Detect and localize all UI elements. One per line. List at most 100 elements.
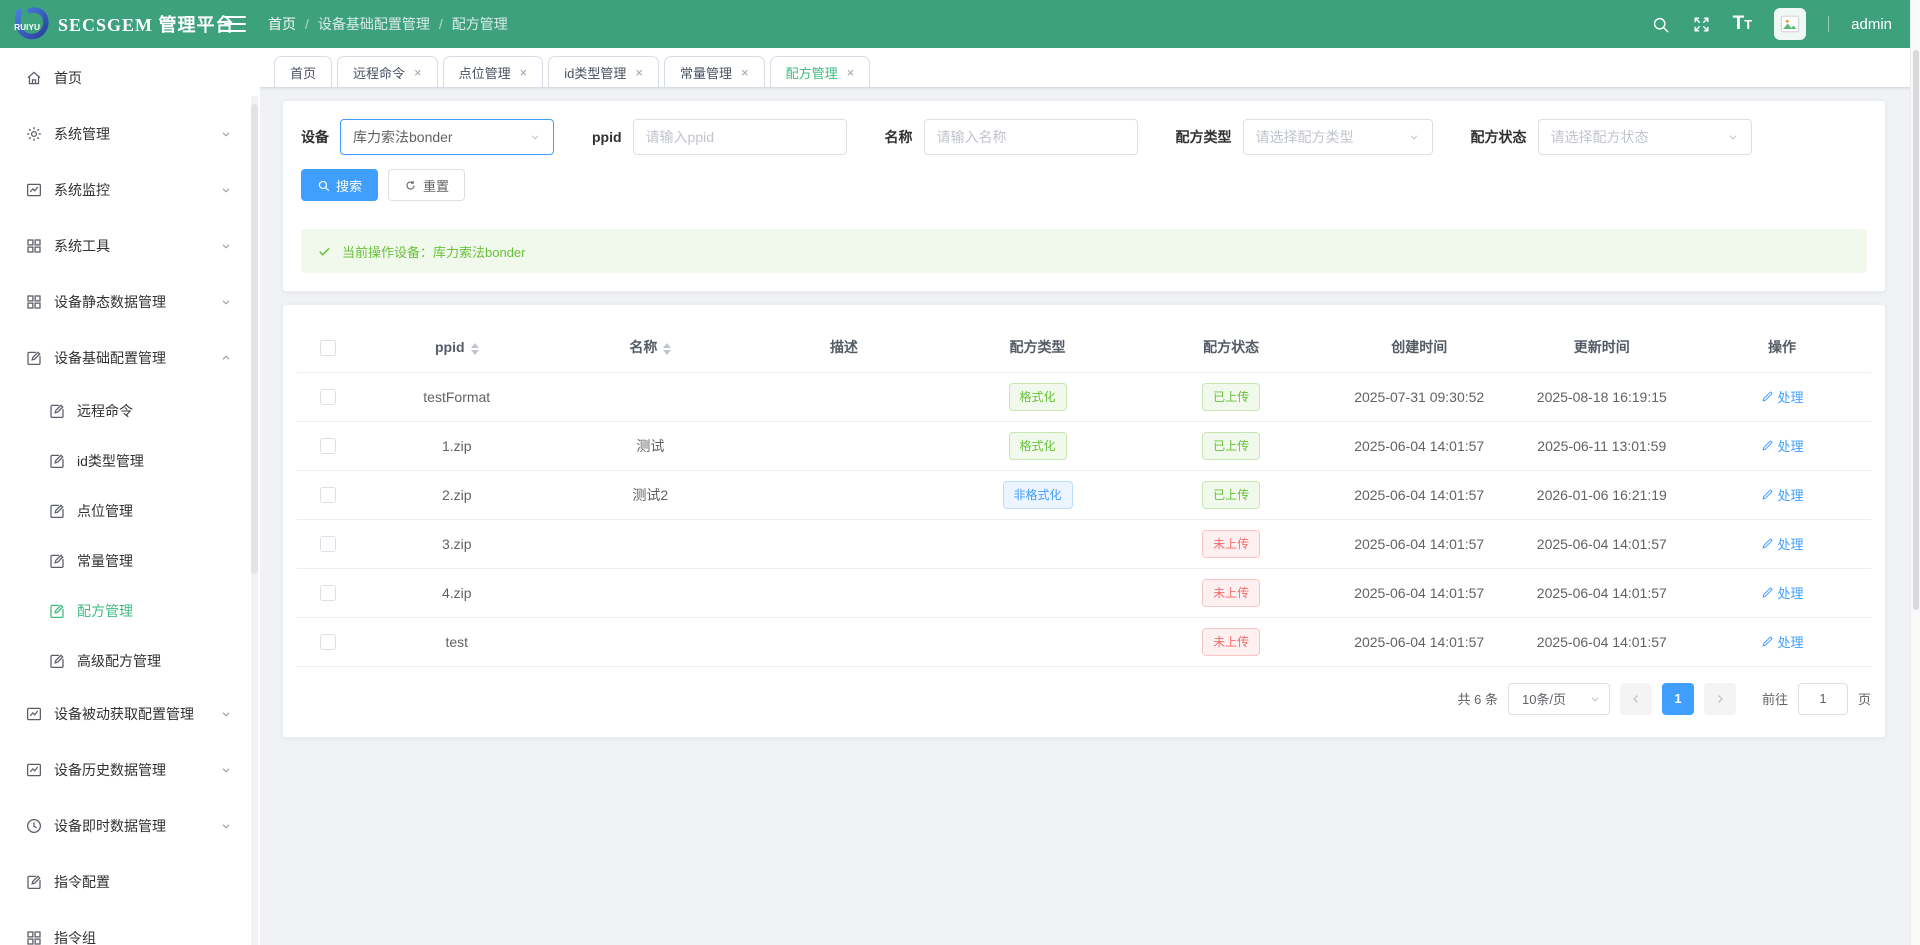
tab[interactable]: 常量管理 × [663,56,765,87]
page-number[interactable]: 1 [1661,682,1694,715]
handle-row-button[interactable]: 处理 [1761,387,1804,406]
row-checkbox[interactable] [320,487,337,504]
sidebar-item[interactable]: 高级配方管理 [0,636,260,686]
device-label: 设备 [301,129,329,145]
fullscreen-icon[interactable] [1692,15,1711,34]
cell-created: 2025-06-04 14:01:57 [1327,421,1511,471]
sidebar-item[interactable]: 设备被动获取配置管理 [0,686,260,742]
recipe-status-select[interactable]: 请选择配方状态 [1537,119,1752,155]
cell-updated: 2025-08-18 16:19:15 [1510,372,1694,422]
close-icon[interactable]: × [847,66,855,79]
row-checkbox[interactable] [320,585,337,602]
cell-desc [747,421,941,471]
row-checkbox[interactable] [320,438,337,455]
reset-button[interactable]: 重置 [388,169,466,201]
close-icon[interactable]: × [414,66,422,79]
cell-name [553,372,748,422]
sidebar-item[interactable]: 常量管理 [0,536,260,586]
sidebar-item[interactable]: 点位管理 [0,486,260,536]
close-icon[interactable]: × [741,66,749,79]
clock-icon [25,817,43,835]
sidebar-item[interactable]: 系统工具 [0,218,260,274]
cell-name [553,519,748,569]
text-size-icon[interactable]: TT [1733,13,1753,35]
app-title: SECSGEM 管理平台 [58,15,235,35]
sidebar-item[interactable]: 远程命令 [0,386,260,436]
ppid-input[interactable] [632,119,847,155]
svg-text:RUIYU: RUIYU [14,22,40,32]
username[interactable]: admin [1851,16,1892,33]
table-row: 4.zip 未上传 2025-06-04 14:01:57 2025-06-04… [297,568,1871,618]
tab[interactable]: id类型管理 × [548,56,659,87]
close-icon[interactable]: × [635,66,643,79]
name-input[interactable] [923,119,1138,155]
cell-ppid: testFormat [359,372,554,422]
sidebar-item[interactable]: 设备静态数据管理 [0,274,260,330]
page-suffix: 页 [1857,692,1871,707]
sidebar-item[interactable]: 配方管理 [0,586,260,636]
breadcrumb-item[interactable]: 首页 [268,14,296,34]
row-checkbox[interactable] [320,634,337,651]
search-button[interactable]: 搜索 [301,169,379,201]
cell-desc [747,372,941,422]
cell-desc [747,470,941,520]
select-all-header [297,323,360,373]
handle-row-button[interactable]: 处理 [1761,534,1804,553]
edit-pen-icon [1761,390,1774,403]
avatar[interactable] [1774,8,1807,40]
tab[interactable]: 配方管理 × [769,56,871,87]
sidebar-item[interactable]: 指令配置 [0,854,260,910]
sidebar-item[interactable]: 系统监控 [0,162,260,218]
breadcrumb-item[interactable]: 配方管理 [430,14,508,34]
sidebar-item[interactable]: 指令组 [0,910,260,945]
sidebar-item[interactable]: 设备基础配置管理 [0,330,260,386]
cell-created: 2025-06-04 14:01:57 [1327,617,1511,667]
sidebar-item[interactable]: 首页 [0,50,260,106]
chevron-icon [220,240,232,252]
chevron-down-icon [1408,131,1420,143]
handle-row-button[interactable]: 处理 [1761,583,1804,602]
recipe-status-tag: 未上传 [1202,627,1261,656]
goto-page-input[interactable] [1797,682,1848,715]
sidebar-item[interactable]: 设备即时数据管理 [0,798,260,854]
sidebar-item[interactable]: 设备历史数据管理 [0,742,260,798]
device-select[interactable]: 库力索法bonder [340,119,554,155]
prev-page-button[interactable] [1619,682,1652,715]
name-label: 名称 [884,129,913,145]
handle-row-button[interactable]: 处理 [1761,436,1804,455]
sidebar-toggle-button[interactable] [224,16,246,32]
grid-icon [25,929,43,945]
handle-row-button[interactable]: 处理 [1761,485,1804,504]
tab[interactable]: 首页 [274,56,333,87]
gear-icon [25,125,43,143]
next-page-button[interactable] [1703,682,1736,715]
chevron-icon [220,764,232,776]
sort-caret-icon[interactable] [470,342,479,355]
cell-updated: 2026-01-06 16:21:19 [1510,470,1694,520]
home-icon [25,69,43,87]
edit-icon [48,502,66,520]
select-all-checkbox[interactable] [320,339,337,356]
row-checkbox[interactable] [320,389,337,406]
row-checkbox[interactable] [320,536,337,553]
tab[interactable]: 远程命令 × [337,56,438,87]
chevron-icon [220,352,232,364]
sidebar-item[interactable]: 系统管理 [0,106,260,162]
table-row: 3.zip 未上传 2025-06-04 14:01:57 2025-06-04… [297,519,1871,569]
chevron-icon [220,296,232,308]
tab[interactable]: 点位管理 × [442,56,544,87]
cell-name: 测试 [553,421,748,471]
sidebar-item[interactable]: id类型管理 [0,436,260,486]
close-icon[interactable]: × [520,66,528,79]
handle-row-button[interactable]: 处理 [1761,632,1804,651]
edit-icon [48,452,66,470]
page-size-select[interactable]: 10条/页 [1507,682,1610,715]
page-scrollbar[interactable] [1910,0,1920,945]
sidebar-scrollbar[interactable] [251,96,258,945]
breadcrumb: 首页 设备基础配置管理 配方管理 [268,14,508,34]
sort-caret-icon[interactable] [663,342,672,355]
breadcrumb-item[interactable]: 设备基础配置管理 [296,14,430,34]
search-icon[interactable] [1651,15,1670,34]
recipe-type-select[interactable]: 请选择配方类型 [1242,119,1433,155]
edit-icon [25,873,43,891]
